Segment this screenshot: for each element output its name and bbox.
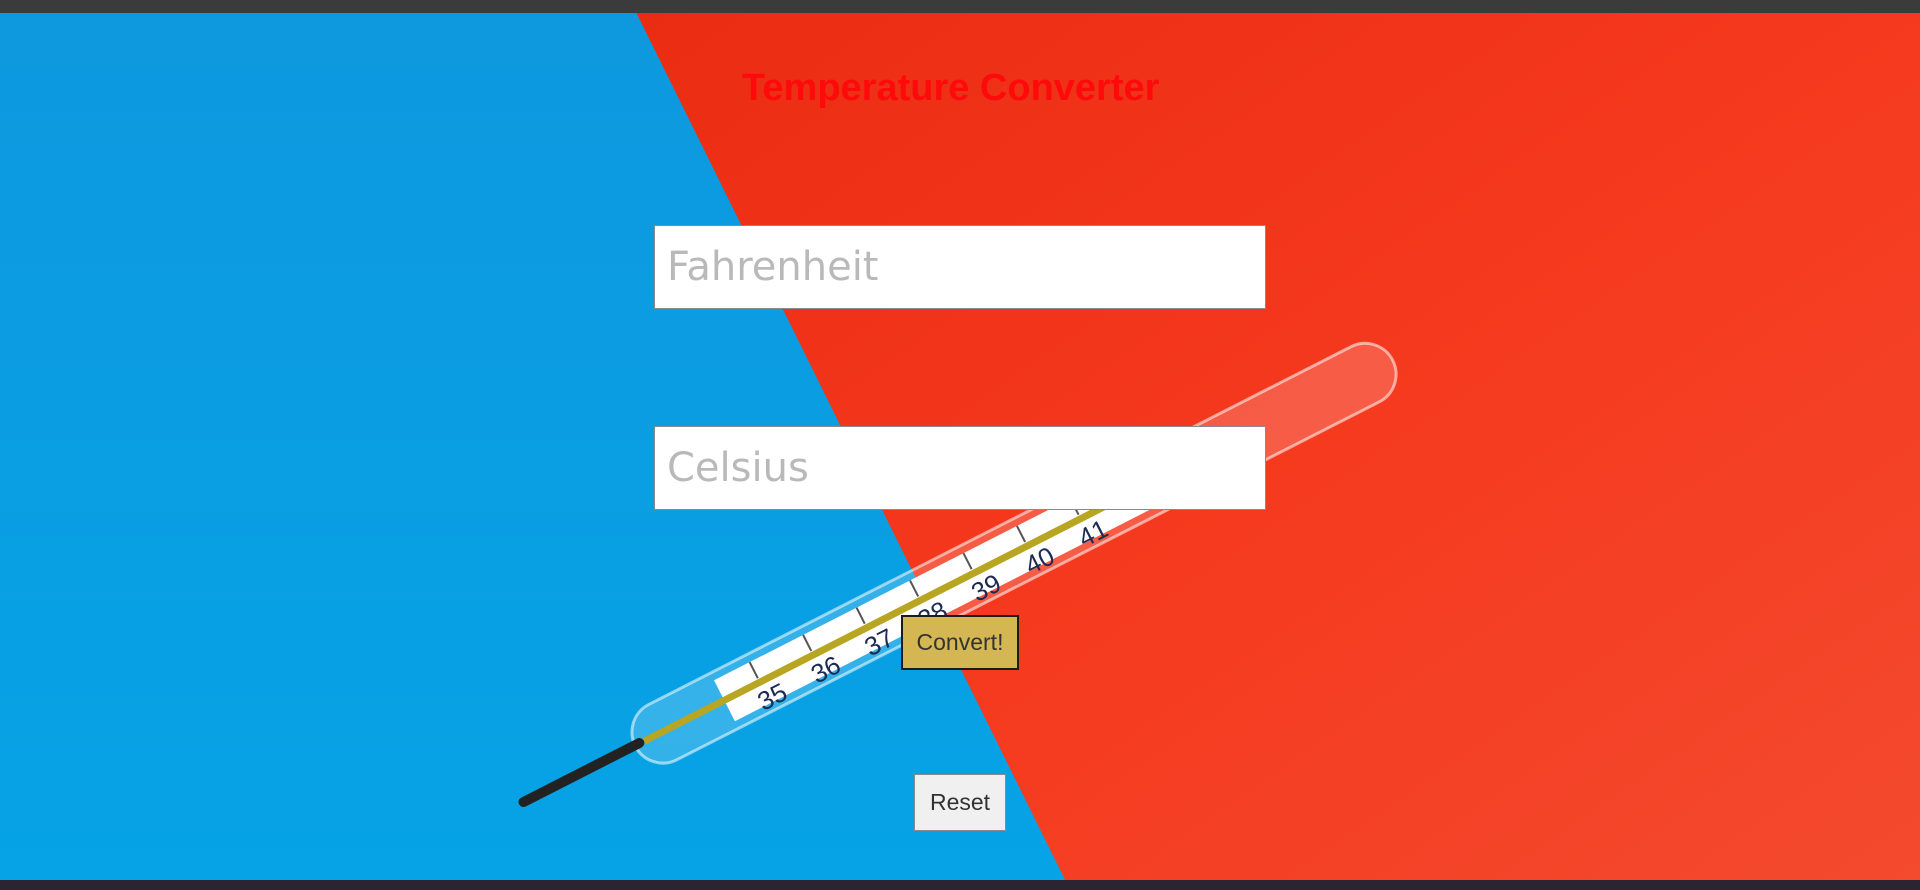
fahrenheit-input[interactable]: [654, 225, 1266, 309]
celsius-input[interactable]: [654, 426, 1266, 510]
browser-top-bar: [0, 0, 1920, 13]
reset-button[interactable]: Reset: [914, 774, 1006, 831]
taskbar: [0, 880, 1920, 890]
page: 35 36 37 38 39 40 41 C Temperature Conve…: [0, 0, 1920, 890]
page-title: Temperature Converter: [742, 67, 1160, 109]
convert-button[interactable]: Convert!: [901, 615, 1019, 670]
